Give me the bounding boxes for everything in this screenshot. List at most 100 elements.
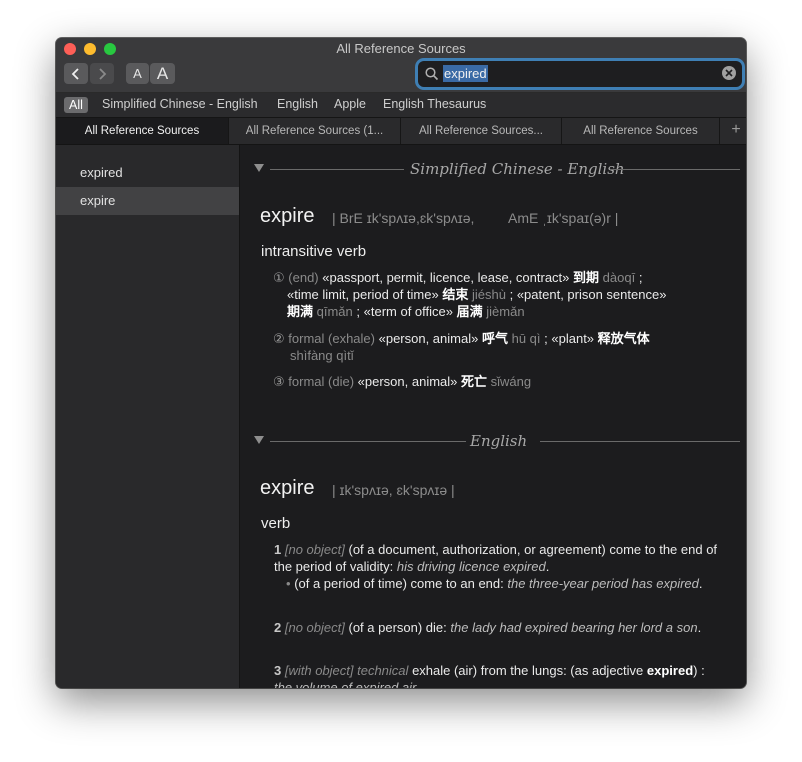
title-bar: All Reference Sources A A expired — [56, 38, 746, 93]
chevron-left-icon — [71, 67, 79, 80]
tab-3[interactable]: All Reference Sources... — [401, 118, 562, 144]
subdefinition-1: • (of a period of time) come to an end: … — [286, 575, 720, 592]
sense-1-cont2: 期满 qīmǎn ; «term of office» 届满 jièmǎn — [287, 303, 733, 320]
divider — [270, 441, 466, 442]
bullet: • — [286, 576, 291, 591]
separator: ; — [638, 270, 643, 285]
punctuation: ) : — [693, 663, 705, 678]
source-apple[interactable]: Apple — [334, 97, 366, 111]
definition-text: (of a period of time) come to an end: — [294, 576, 504, 591]
grammar-label: [no object] — [284, 542, 345, 557]
definition-number: 2 — [274, 620, 282, 635]
collocate: «time limit, period of time» — [287, 287, 439, 302]
sense-1-cont: «time limit, period of time» 结束 jiéshù ;… — [287, 286, 733, 303]
pinyin: sǐwáng — [490, 374, 532, 389]
definition-text: exhale (air) from the lungs: (as adjecti… — [412, 663, 644, 678]
source-english[interactable]: English — [277, 97, 318, 111]
source-filter-bar: All Simplified Chinese - English English… — [56, 93, 746, 118]
pinyin: shìfàng qìtǐ — [290, 348, 354, 363]
pronunciation-bre: | BrE ɪk'spʌɪə,ɛk'spʌɪə, — [332, 210, 475, 226]
tab-4[interactable]: All Reference Sources — [562, 118, 720, 144]
collocate: «person, animal» — [378, 331, 479, 346]
new-tab-button[interactable]: + — [726, 118, 746, 144]
sense-number: ② — [273, 331, 285, 346]
definition-2: 2 [no object] (of a person) die: the lad… — [274, 619, 720, 636]
clear-icon — [725, 69, 733, 77]
tab-1[interactable]: All Reference Sources — [56, 118, 229, 144]
punctuation: . — [698, 576, 703, 591]
section-header-english[interactable]: English — [254, 431, 740, 451]
sense-1: ① (end) «passport, permit, licence, leas… — [273, 269, 733, 286]
source-simplified-chinese-english[interactable]: Simplified Chinese - English — [102, 97, 258, 111]
example: the lady had expired bearing her lord a … — [450, 620, 698, 635]
divider — [540, 441, 740, 442]
collocate: «person, animal» — [357, 374, 458, 389]
part-of-speech: intransitive verb — [261, 243, 367, 260]
translation: 死亡 — [461, 374, 488, 389]
pronunciation: | ɪk'spʌɪə, ɛk'spʌɪə | — [332, 482, 455, 498]
pronunciation-ame: AmE ˌɪk'spaɪ(ə)r | — [508, 210, 619, 226]
sense-label: formal (exhale) — [288, 331, 375, 346]
pinyin: qīmǎn — [316, 304, 353, 319]
translation: 届满 — [456, 304, 483, 319]
example: the volume of expired air — [274, 680, 417, 688]
tab-2[interactable]: All Reference Sources (1... — [229, 118, 401, 144]
grammar-label: [with object] technical — [284, 663, 409, 678]
sidebar-item-expired[interactable]: expired — [56, 159, 239, 187]
sidebar-item-expire[interactable]: expire — [56, 187, 239, 215]
sense-number: ③ — [273, 374, 285, 389]
clear-search-button[interactable] — [722, 66, 736, 80]
source-all[interactable]: All — [64, 97, 88, 113]
example: the three-year period has expired — [507, 576, 699, 591]
part-of-speech: verb — [261, 515, 291, 532]
headword: expire — [260, 205, 315, 227]
definition-number: 1 — [274, 542, 282, 557]
search-field[interactable]: expired — [418, 61, 742, 87]
search-icon — [425, 67, 439, 81]
decrease-font-button[interactable]: A — [126, 63, 149, 84]
divider — [270, 169, 404, 170]
sense-number: ① — [273, 270, 285, 285]
disclosure-triangle-icon[interactable] — [254, 436, 264, 444]
separator: ; «plant» — [544, 331, 595, 346]
definition-text: (of a person) die: — [348, 620, 447, 635]
separator: ; «term of office» — [356, 304, 453, 319]
pinyin: jiéshù — [472, 287, 506, 302]
collocate: «passport, permit, licence, lease, contr… — [322, 270, 570, 285]
window-title: All Reference Sources — [336, 41, 466, 56]
pinyin: hū qì — [511, 331, 541, 346]
translation: 释放气体 — [597, 331, 650, 346]
sense-2: ② formal (exhale) «person, animal» 呼气 hū… — [273, 330, 733, 347]
translation: 结束 — [442, 287, 469, 302]
translation: 到期 — [573, 270, 600, 285]
punctuation: . — [697, 620, 702, 635]
divider — [610, 169, 740, 170]
section-title: Simplified Chinese - English — [410, 160, 625, 178]
results-sidebar: expired expire — [56, 145, 240, 688]
source-english-thesaurus[interactable]: English Thesaurus — [383, 97, 486, 111]
grammar-label: [no object] — [284, 620, 345, 635]
section-header-chinese[interactable]: Simplified Chinese - English — [254, 159, 740, 179]
sense-label: (end) — [288, 270, 319, 285]
disclosure-triangle-icon[interactable] — [254, 164, 264, 172]
punctuation: . — [545, 559, 550, 574]
back-button[interactable] — [64, 63, 88, 84]
pinyin: dàoqī — [602, 270, 636, 285]
example: his driving licence expired — [396, 559, 546, 574]
tab-bar: All Reference Sources All Reference Sour… — [56, 118, 746, 145]
sense-3: ③ formal (die) «person, animal» 死亡 sǐwán… — [273, 373, 733, 390]
search-input[interactable]: expired — [443, 65, 488, 82]
forward-button[interactable] — [90, 63, 114, 84]
dictionary-window: All Reference Sources A A expired All Si… — [56, 38, 746, 688]
increase-font-button[interactable]: A — [150, 63, 175, 84]
headword-form: expired — [646, 663, 694, 678]
definition-3: 3 [with object] technical exhale (air) f… — [274, 662, 720, 688]
separator: ; «patent, prison sentence» — [509, 287, 667, 302]
translation: 呼气 — [481, 331, 508, 346]
pinyin: jièmǎn — [486, 304, 525, 319]
headword: expire — [260, 477, 315, 499]
translation: 期满 — [287, 304, 314, 319]
definition-number: 3 — [274, 663, 282, 678]
section-title: English — [470, 432, 528, 450]
chevron-right-icon — [99, 67, 107, 80]
